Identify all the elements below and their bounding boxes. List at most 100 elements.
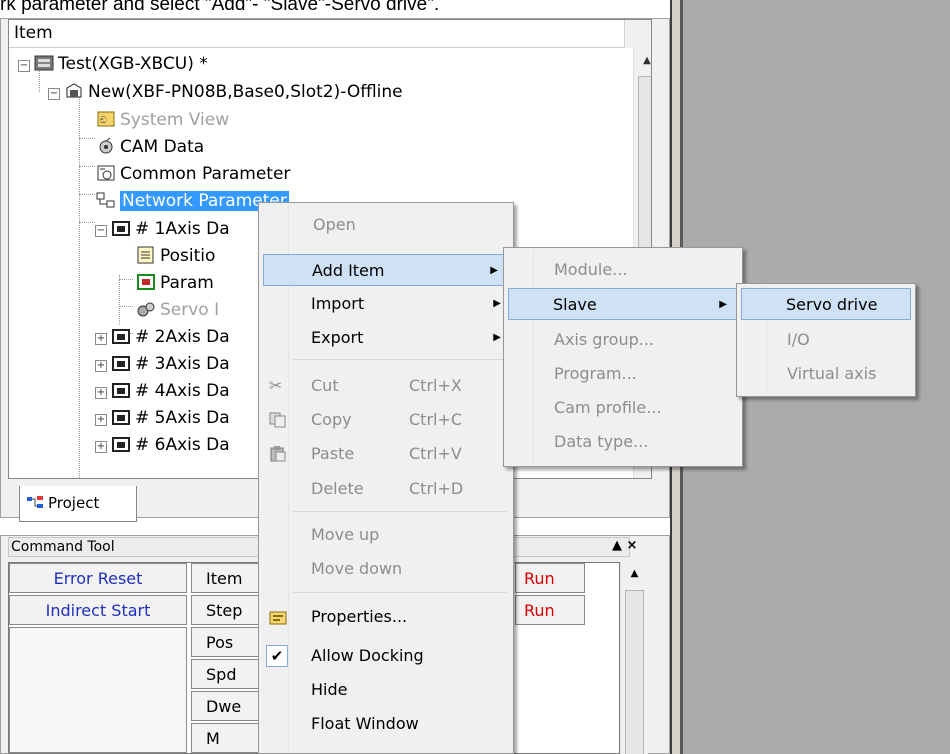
paste-icon (270, 446, 286, 462)
menu-item-data-type[interactable]: Data type... (506, 426, 740, 458)
expand-icon[interactable]: + (95, 414, 107, 426)
menu-item-open[interactable]: Open (261, 209, 511, 241)
command-tool-window-buttons[interactable]: ▲ × (612, 538, 637, 553)
menu-label: Slave (553, 295, 597, 314)
tree-item-position[interactable]: Positio (136, 242, 215, 270)
scroll-up-arrow-icon[interactable]: ▲ (634, 48, 651, 74)
tree-item-module[interactable]: − New(XBF-PN08B,Base0,Slot2)-Offline (48, 78, 403, 106)
expand-icon[interactable]: + (95, 441, 107, 453)
menu-item-import[interactable]: Import ▶ (261, 288, 511, 320)
menu-item-allow-docking[interactable]: ✔ Allow Docking (261, 640, 511, 672)
tree-header: Item (9, 20, 651, 48)
run-label: Run (524, 569, 555, 588)
indirect-start-button[interactable]: Indirect Start (9, 595, 187, 625)
parameter-icon (137, 274, 155, 290)
tree-item-axis-3[interactable]: + # 3Axis Da (95, 350, 230, 378)
tree-item-label: # 6Axis Da (135, 435, 230, 455)
tree-item-servo[interactable]: Servo I (136, 296, 219, 324)
menu-item-program[interactable]: Program... (506, 358, 740, 390)
command-scrollbar[interactable]: ▲ (620, 562, 648, 754)
menu-item-virtual-axis[interactable]: Virtual axis (739, 358, 913, 390)
menu-item-module[interactable]: Module... (506, 254, 740, 286)
menu-item-io[interactable]: I/O (739, 324, 913, 356)
error-reset-label: Error Reset (53, 569, 143, 588)
module-icon (66, 83, 82, 98)
menu-label: Module... (554, 260, 628, 279)
tree-item-axis-1[interactable]: − # 1Axis Da (95, 215, 230, 243)
tree-item-label: # 2Axis Da (135, 327, 230, 347)
submenu-arrow-icon: ▶ (493, 298, 501, 309)
mcode-label: M Code (206, 729, 220, 748)
menu-label: I/O (787, 330, 810, 349)
menu-item-cam-profile[interactable]: Cam profile... (506, 392, 740, 424)
tree-item-label: Common Parameter (120, 164, 291, 184)
tree-item-label: # 3Axis Da (135, 354, 230, 374)
submenu-arrow-icon: ▶ (719, 299, 727, 310)
menu-item-cut[interactable]: ✂ Cut Ctrl+X (261, 370, 511, 402)
expand-icon[interactable]: + (95, 333, 107, 345)
tree-item-label: Param (160, 273, 214, 293)
spd-label: Spd (206, 665, 237, 684)
menu-item-paste[interactable]: Paste Ctrl+V (261, 438, 511, 470)
item-cell: Item (191, 563, 261, 593)
menu-item-add-item[interactable]: Add Item ▶ (263, 254, 509, 286)
menu-item-export[interactable]: Export ▶ (261, 322, 511, 354)
menu-item-move-up[interactable]: Move up (261, 519, 511, 551)
submenu-arrow-icon: ▶ (493, 332, 501, 343)
tree-item-common-parameter[interactable]: Common Parameter (96, 160, 290, 188)
menu-item-axis-group[interactable]: Axis group... (506, 324, 740, 356)
menu-label: Export (311, 328, 364, 347)
svg-text:ඞ: ඞ (100, 116, 107, 126)
tab-project[interactable]: Project (19, 486, 137, 522)
menu-label: Paste (311, 444, 355, 463)
expand-icon[interactable]: + (95, 387, 107, 399)
context-menu: Open Add Item ▶ Import ▶ Export ▶ ✂ Cut Ctrl… (258, 202, 514, 754)
pin-close-icon[interactable]: ▲ × (612, 538, 637, 553)
axis-icon (112, 437, 130, 452)
menu-item-servo-drive[interactable]: Servo drive (741, 288, 911, 320)
menu-item-delete[interactable]: Delete Ctrl+D (261, 473, 511, 505)
scissors-icon: ✂ (269, 376, 283, 395)
tree-item-label: Positio (160, 246, 216, 266)
menu-shortcut: Ctrl+C (409, 410, 463, 429)
tree-header-corner (624, 20, 651, 48)
expand-icon[interactable]: + (95, 360, 107, 372)
axis-icon (112, 356, 130, 371)
menu-item-move-down[interactable]: Move down (261, 553, 511, 585)
properties-icon (269, 611, 287, 625)
tree-item-axis-2[interactable]: + # 2Axis Da (95, 323, 230, 351)
menu-item-copy[interactable]: Copy Ctrl+C (261, 404, 511, 436)
checkmark-icon: ✔ (266, 645, 288, 667)
menu-item-properties[interactable]: Properties... (261, 601, 511, 633)
tree-item-parameter[interactable]: Param (136, 269, 214, 297)
slave-submenu: Servo drive I/O Virtual axis (736, 283, 916, 397)
scroll-thumb[interactable] (625, 590, 644, 754)
tree-item-label: Test(XGB-XBCU) * (58, 54, 208, 74)
indirect-start-label: Indirect Start (45, 601, 151, 620)
instruction-caption: rk parameter and select "Add"- "Slave"-S… (0, 0, 440, 15)
tree-item-system-view[interactable]: ඞ System View (96, 106, 229, 134)
menu-label: Cut (311, 376, 339, 395)
pos-label: Pos (206, 633, 234, 652)
tree-item-cam-data[interactable]: CAM Data (96, 133, 204, 161)
tree-item-axis-5[interactable]: + # 5Axis Da (95, 404, 230, 432)
plc-icon (34, 55, 54, 71)
run-label: Run (524, 601, 555, 620)
tree-item-axis-6[interactable]: + # 6Axis Da (95, 431, 230, 459)
menu-item-slave[interactable]: Slave ▶ (508, 288, 738, 320)
collapse-icon[interactable]: − (48, 88, 60, 100)
collapse-icon[interactable]: − (95, 225, 107, 237)
tree-item-plc[interactable]: − Test(XGB-XBCU) * (18, 50, 208, 78)
run-item-button[interactable]: Run (515, 563, 585, 593)
collapse-icon[interactable]: − (18, 60, 30, 72)
system-view-icon: ඞ (97, 111, 115, 127)
menu-item-float-window[interactable]: Float Window (261, 708, 511, 740)
tree-item-label: # 1Axis Da (135, 219, 230, 239)
run-step-button[interactable]: Run (515, 595, 585, 625)
scroll-up-arrow-icon[interactable]: ▲ (621, 568, 648, 579)
menu-label: Program... (554, 364, 637, 383)
menu-item-hide[interactable]: Hide (261, 674, 511, 706)
error-reset-button[interactable]: Error Reset (9, 563, 187, 593)
axis-icon (112, 329, 130, 344)
tree-item-axis-4[interactable]: + # 4Axis Da (95, 377, 230, 405)
